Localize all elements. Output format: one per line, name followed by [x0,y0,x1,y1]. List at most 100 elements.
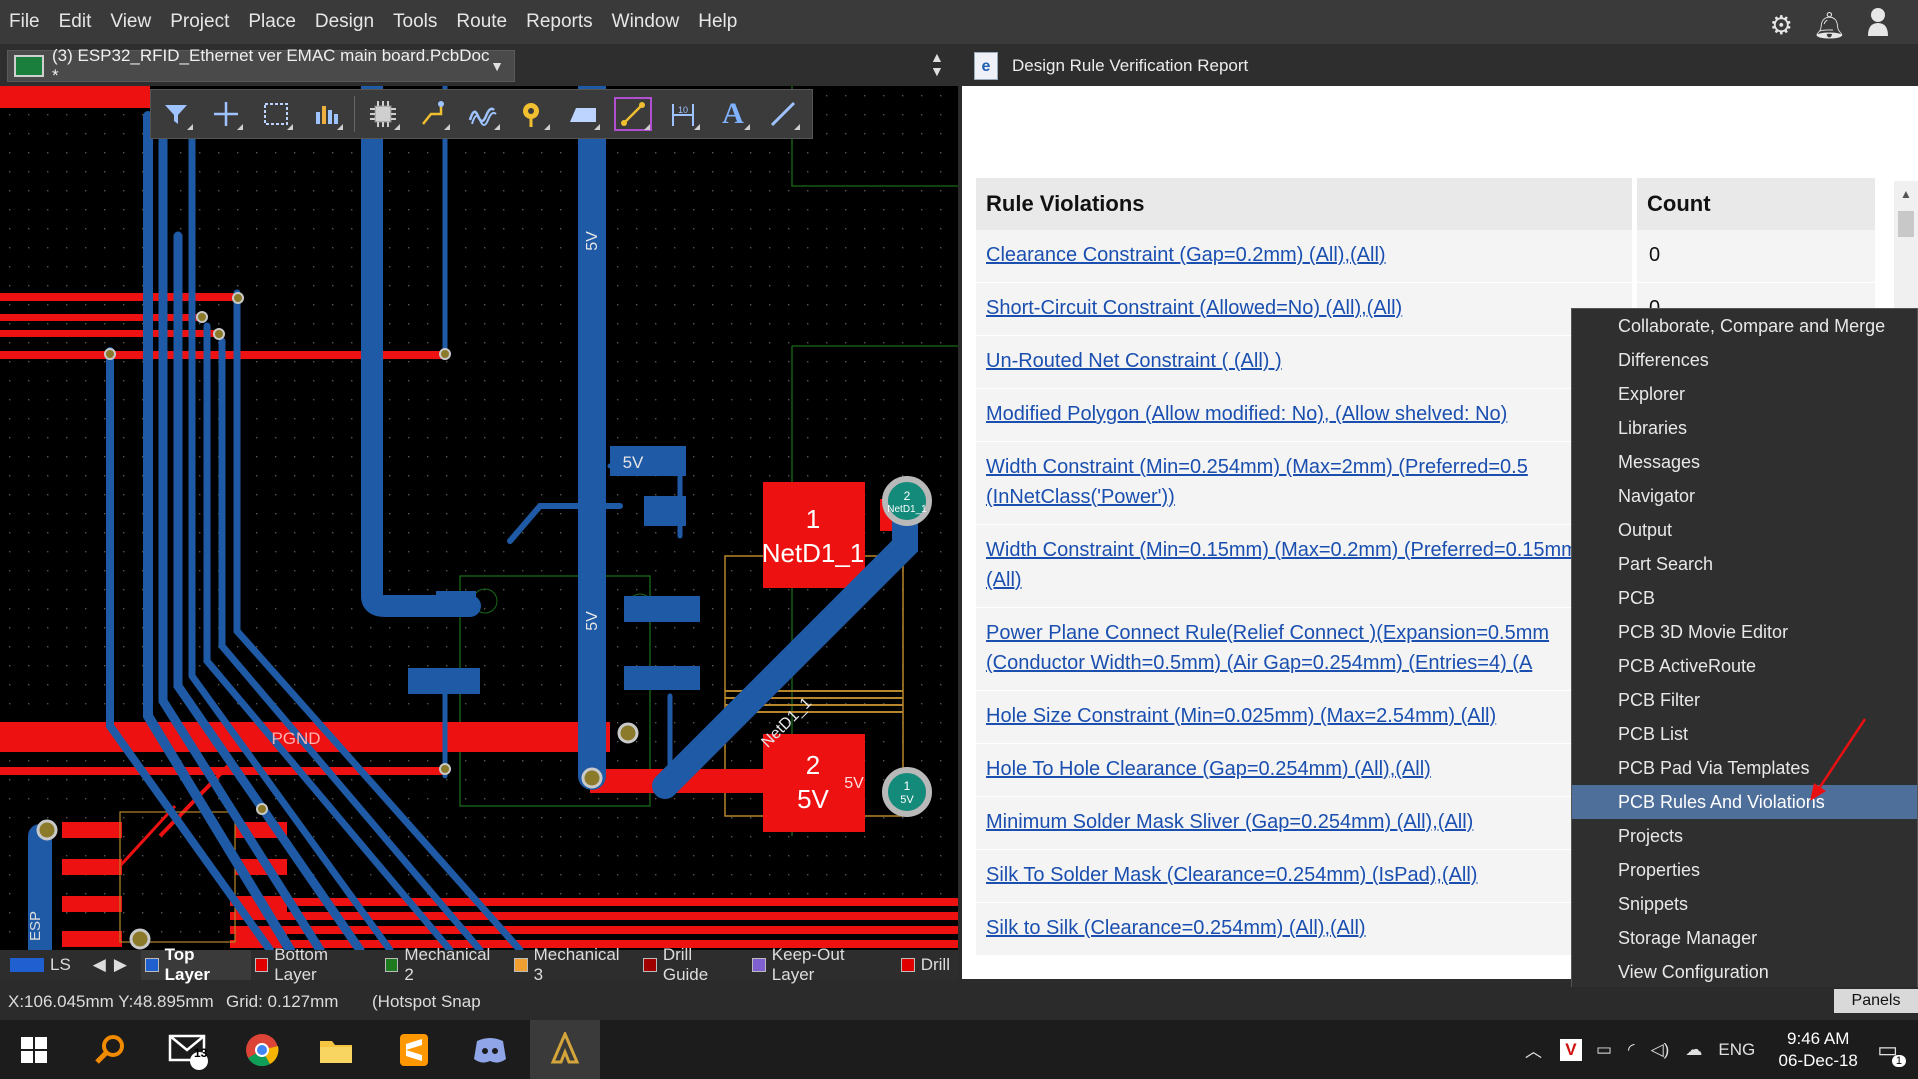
menu-file[interactable]: File [0,0,50,44]
dimension-icon[interactable]: 10 [658,91,708,137]
layer-tab[interactable]: Top Layer [140,945,251,984]
panels-menu-item[interactable]: PCB [1572,581,1917,615]
layer-color-swatch [752,958,766,972]
menu-help[interactable]: Help [689,0,747,44]
notification-count: 1 [1891,1054,1906,1067]
rule-link[interactable]: Un-Routed Net Constraint ( (All) ) [976,336,1632,388]
language-indicator[interactable]: ENG [1718,1040,1755,1060]
rule-link[interactable]: Power Plane Connect Rule(Relief Connect … [976,608,1632,690]
user-icon[interactable] [1866,6,1890,43]
report-tab[interactable]: e Design Rule Verification Report [974,50,1248,82]
interactive-length-icon[interactable] [608,91,658,137]
panels-menu-item[interactable]: Collaborate, Compare and Merge [1572,309,1917,343]
layer-tab[interactable]: Bottom Layer [251,945,381,984]
rule-link[interactable]: Silk To Solder Mask (Clearance=0.254mm) … [976,850,1632,902]
panels-menu-item[interactable]: PCB ActiveRoute [1572,649,1917,683]
discord-icon[interactable] [460,1020,520,1079]
chrome-icon[interactable] [232,1020,292,1079]
layer-set-selector[interactable]: LS [0,950,79,980]
layer-tab[interactable]: Drill [897,950,958,980]
menu-design[interactable]: Design [306,0,384,44]
panels-menu-item[interactable]: PCB 3D Movie Editor [1572,615,1917,649]
menu-window[interactable]: Window [603,0,690,44]
windows-start-icon[interactable] [4,1020,64,1079]
route-icon[interactable] [408,91,458,137]
sublime-icon[interactable] [384,1020,444,1079]
wifi-icon[interactable]: ◜ [1628,1040,1635,1060]
panels-menu-item[interactable]: Explorer [1572,377,1917,411]
menu-reports[interactable]: Reports [517,0,603,44]
layer-tab[interactable]: Keep-Out Layer [748,945,897,984]
via2-net: 5V [900,794,914,806]
gear-icon[interactable]: ⚙ [1770,9,1793,41]
clock[interactable]: 9:46 AM 06-Dec-18 [1769,1028,1867,1072]
menu-edit[interactable]: Edit [50,0,102,44]
rule-link[interactable]: Modified Polygon (Allow modified: No), (… [976,389,1632,441]
panels-menu-item[interactable]: View Configuration [1572,955,1917,989]
cross-probe-icon[interactable] [201,91,251,137]
panels-menu-item[interactable]: Libraries [1572,411,1917,445]
menu-tools[interactable]: Tools [384,0,447,44]
text-icon[interactable]: A [708,91,758,137]
pcb-drawing: 1 NetD1_1 2 5V 5V 5V 5V NetD1_1 PGND 5V … [0,86,958,950]
mail-icon[interactable]: 13 [158,1020,218,1079]
chevron-up-icon[interactable]: ︿ [1525,1037,1542,1062]
panels-menu-item[interactable]: Differences [1572,343,1917,377]
layer-tab[interactable]: Mechanical 3 [510,945,639,984]
panels-menu-item[interactable]: Properties [1572,853,1917,887]
panels-menu-item[interactable]: Snippets [1572,887,1917,921]
document-tab-pcbdoc[interactable]: (3) ESP32_RFID_Ethernet ver EMAC main bo… [7,46,515,85]
rule-link[interactable]: Short-Circuit Constraint (Allowed=No) (A… [976,283,1632,335]
menu-route[interactable]: Route [447,0,517,44]
layer-tab-label: Keep-Out Layer [771,945,845,984]
via1-number: 2 [904,489,911,503]
diff-pair-icon[interactable] [458,91,508,137]
chart-icon[interactable] [301,91,351,137]
file-explorer-icon[interactable] [306,1020,366,1079]
search-icon[interactable] [80,1020,140,1079]
panels-menu-item[interactable]: Navigator [1572,479,1917,513]
rule-link[interactable]: Width Constraint (Min=0.254mm) (Max=2mm)… [976,442,1632,524]
antivirus-icon[interactable]: V [1559,1038,1582,1061]
menu-project[interactable]: Project [161,0,239,44]
rule-link[interactable]: Hole To Hole Clearance (Gap=0.254mm) (Al… [976,744,1632,796]
layer-scroll-arrows[interactable]: ◀ ▶ [79,950,141,980]
panels-menu-item[interactable]: Part Search [1572,547,1917,581]
menu-place[interactable]: Place [239,0,306,44]
component-icon[interactable] [358,91,408,137]
panels-menu-item[interactable]: Messages [1572,445,1917,479]
rule-link[interactable]: Width Constraint (Min=0.15mm) (Max=0.2mm… [976,525,1632,607]
panels-menu-item[interactable]: Projects [1572,819,1917,853]
panels-button[interactable]: Panels [1834,989,1918,1013]
panels-menu-item[interactable]: Output [1572,513,1917,547]
rule-link[interactable]: Clearance Constraint (Gap=0.2mm) (All),(… [976,230,1632,282]
layer-tab[interactable]: Mechanical 2 [381,945,510,984]
pad-via-icon[interactable] [508,91,558,137]
pad2-number: 2 [806,750,820,780]
rule-link[interactable]: Silk to Silk (Clearance=0.254mm) (All),(… [976,903,1632,955]
altium-icon[interactable] [530,1020,600,1079]
notification-icon[interactable]: ▭ 1 [1877,1037,1906,1067]
layer-tab[interactable]: Drill Guide [639,945,748,984]
panels-menu-item[interactable]: PCB Filter [1572,683,1917,717]
rule-link[interactable]: Minimum Solder Mask Sliver (Gap=0.254mm)… [976,797,1632,849]
split-arrows-icon[interactable]: ▲ ▼ [930,50,944,78]
pcb-canvas[interactable]: 1 NetD1_1 2 5V 5V 5V 5V NetD1_1 PGND 5V … [0,86,958,950]
cloud-icon[interactable]: ☁ [1685,1040,1702,1060]
battery-icon[interactable]: ▭ [1596,1040,1612,1060]
rule-link[interactable]: Hole Size Constraint (Min=0.025mm) (Max=… [976,691,1632,743]
scroll-up-icon[interactable]: ▲ [1900,187,1912,201]
filter-icon[interactable] [151,91,201,137]
chevron-left-icon[interactable]: ◀ [93,955,106,975]
polygon-icon[interactable] [558,91,608,137]
bell-icon[interactable]: 🔔︎ [1813,9,1846,41]
volume-icon[interactable]: ◁) [1651,1040,1670,1060]
layer-tab-label: Mechanical 3 [533,945,620,984]
scrollbar-thumb[interactable] [1898,211,1914,237]
select-region-icon[interactable] [251,91,301,137]
line-icon[interactable] [758,91,808,137]
menu-view[interactable]: View [101,0,161,44]
chevron-right-icon[interactable]: ▶ [114,955,127,975]
chevron-down-icon[interactable]: ▼ [490,58,504,74]
panels-menu-item[interactable]: Storage Manager [1572,921,1917,955]
